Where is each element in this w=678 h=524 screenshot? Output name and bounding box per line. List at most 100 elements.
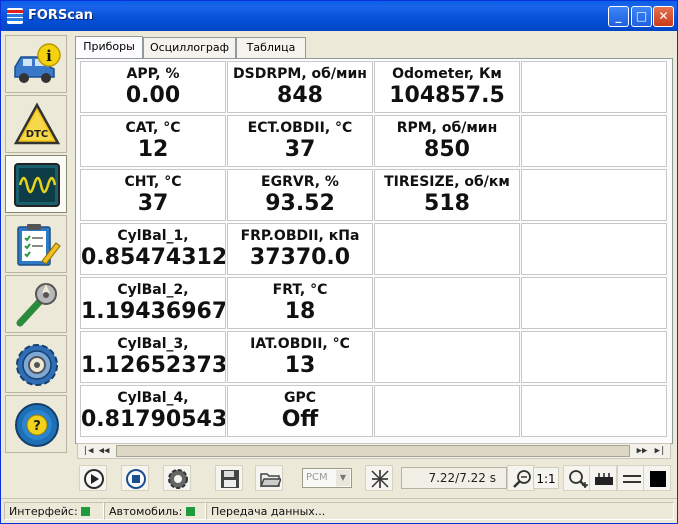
background-color-button[interactable] bbox=[643, 465, 671, 491]
bottom-toolbar: PCM ▼ 7.22/7.22 s 1:1 bbox=[75, 463, 671, 495]
module-select[interactable]: PCM ▼ bbox=[302, 468, 352, 488]
gauge-label: CylBal_1, bbox=[117, 228, 189, 244]
gauge-value: 18 bbox=[284, 299, 316, 324]
play-button[interactable] bbox=[79, 465, 107, 491]
sidebar-item-oscilloscope[interactable] bbox=[5, 155, 67, 213]
gauge-value: 12 bbox=[137, 137, 169, 162]
gauge-cell[interactable]: APP, % 0.00 bbox=[80, 61, 226, 113]
disable-graph-button[interactable] bbox=[365, 465, 393, 491]
scroll-last-button[interactable]: ▶| bbox=[652, 445, 668, 457]
gauge-cell[interactable]: FRT, °C 18 bbox=[227, 277, 373, 329]
gauge-value: 518 bbox=[424, 191, 470, 216]
gauge-cell[interactable]: Odometer, Км 104857.5 bbox=[374, 61, 520, 113]
gauge-cell[interactable]: GPC Off bbox=[227, 385, 373, 437]
maximize-button[interactable]: □ bbox=[631, 6, 652, 27]
chevron-down-icon[interactable]: ▼ bbox=[336, 470, 350, 486]
gauge-cell[interactable]: RPM, об/мин 850 bbox=[374, 115, 520, 167]
gauge-cell[interactable] bbox=[521, 115, 667, 167]
gauge-label: ECT.OBDII, °C bbox=[247, 120, 353, 136]
gauge-cell[interactable] bbox=[521, 61, 667, 113]
gauge-value: 104857.5 bbox=[389, 83, 505, 108]
gauge-cell[interactable] bbox=[521, 169, 667, 221]
gauge-value: 848 bbox=[277, 83, 323, 108]
gauge-cell[interactable] bbox=[521, 277, 667, 329]
gauge-cell[interactable] bbox=[521, 385, 667, 437]
gauge-cell[interactable]: CAT, °C 12 bbox=[80, 115, 226, 167]
gauge-cell[interactable]: IAT.OBDII, °C 13 bbox=[227, 331, 373, 383]
gauge-cell[interactable] bbox=[521, 331, 667, 383]
zoom-in-icon bbox=[569, 470, 588, 488]
service-tools-icon bbox=[16, 283, 57, 327]
gauge-label: FRP.OBDII, кПа bbox=[240, 228, 360, 244]
time-scrollbar[interactable]: |◀ ◀◀ ▶▶ ▶| bbox=[77, 443, 671, 459]
settings-button[interactable] bbox=[163, 465, 191, 491]
time-readout: 7.22/7.22 s bbox=[401, 467, 507, 489]
scroll-first-button[interactable]: |◀ bbox=[80, 445, 96, 457]
gauge-cell[interactable]: ECT.OBDII, °C 37 bbox=[227, 115, 373, 167]
gauge-cell[interactable]: CylBal_1, 0.85474312 bbox=[80, 223, 226, 275]
vehicle-status-led bbox=[185, 507, 195, 516]
settings-gear-icon bbox=[16, 344, 58, 386]
gauge-value: 37370.0 bbox=[249, 245, 351, 270]
scroll-prev-button[interactable]: ◀◀ bbox=[96, 445, 112, 457]
title-bar[interactable]: FORScan _ □ ✕ bbox=[1, 1, 677, 31]
gauge-cell[interactable]: CylBal_2, 1.19436967 bbox=[80, 277, 226, 329]
stop-button[interactable] bbox=[121, 465, 149, 491]
gauge-label: APP, % bbox=[126, 66, 180, 82]
sidebar-item-checklist[interactable] bbox=[5, 215, 67, 273]
gauge-label: CylBal_2, bbox=[117, 282, 189, 298]
gauge-label: Odometer, Км bbox=[392, 66, 502, 82]
gauge-value: 0.81790543 bbox=[81, 407, 226, 432]
gauge-cell[interactable]: EGRVR, % 93.52 bbox=[227, 169, 373, 221]
dtc-icon: DTC bbox=[13, 102, 61, 145]
crossed-out-icon bbox=[371, 470, 389, 488]
gauge-cell[interactable] bbox=[374, 385, 520, 437]
gauge-cell[interactable]: CHT, °C 37 bbox=[80, 169, 226, 221]
gauge-label: CAT, °C bbox=[125, 120, 181, 136]
sidebar-item-vehicle-info[interactable]: i bbox=[5, 35, 67, 93]
sidebar-item-help[interactable]: ? bbox=[5, 395, 67, 453]
gauge-label: DSDRPM, об/мин bbox=[233, 66, 367, 82]
save-button[interactable] bbox=[215, 465, 243, 491]
svg-text:i: i bbox=[46, 47, 52, 65]
open-button[interactable] bbox=[255, 465, 283, 491]
line-width-button[interactable] bbox=[617, 465, 645, 491]
gear-icon bbox=[168, 469, 188, 489]
gauge-label: IAT.OBDII, °C bbox=[250, 336, 350, 352]
scroll-next-button[interactable]: ▶▶ bbox=[634, 445, 650, 457]
zoom-in-button[interactable] bbox=[563, 465, 591, 491]
gauge-cell[interactable]: TIRESIZE, об/км 518 bbox=[374, 169, 520, 221]
svg-text:DTC: DTC bbox=[26, 129, 48, 140]
gauge-label: RPM, об/мин bbox=[396, 120, 498, 136]
sidebar-item-service[interactable] bbox=[5, 275, 67, 333]
close-button[interactable]: ✕ bbox=[653, 6, 674, 27]
gauge-cell[interactable]: CylBal_3, 1.12652373 bbox=[80, 331, 226, 383]
gauges-panel: APP, % 0.00 DSDRPM, об/мин 848 Odometer, Км 1… bbox=[75, 58, 673, 444]
gauge-cell[interactable]: DSDRPM, об/мин 848 bbox=[227, 61, 373, 113]
sidebar-item-dtc[interactable]: DTC bbox=[5, 95, 67, 153]
ruler-button[interactable] bbox=[589, 465, 617, 491]
folder-icon bbox=[259, 473, 281, 487]
gauge-cell[interactable]: FRP.OBDII, кПа 37370.0 bbox=[227, 223, 373, 275]
gauge-label: EGRVR, % bbox=[261, 174, 339, 190]
tab-gauges[interactable]: Приборы bbox=[75, 36, 143, 58]
interface-label: Интерфейс: bbox=[9, 505, 78, 518]
oscilloscope-icon bbox=[14, 163, 60, 207]
sidebar-item-settings[interactable] bbox=[5, 335, 67, 393]
gauge-label: FRT, °C bbox=[272, 282, 328, 298]
scroll-thumb[interactable] bbox=[116, 445, 630, 457]
gauge-value: 93.52 bbox=[265, 191, 335, 216]
tab-oscilloscope[interactable]: Осциллограф bbox=[143, 37, 236, 58]
line-width-icon bbox=[623, 475, 641, 483]
gauge-cell[interactable] bbox=[374, 223, 520, 275]
minimize-button[interactable]: _ bbox=[608, 6, 629, 27]
tab-table[interactable]: Таблица bbox=[236, 37, 306, 58]
zoom-ratio-button[interactable]: 1:1 bbox=[533, 467, 559, 489]
gauge-cell[interactable] bbox=[374, 277, 520, 329]
gauge-cell[interactable] bbox=[521, 223, 667, 275]
vehicle-status: Автомобиль: bbox=[104, 502, 206, 520]
gauge-cell[interactable]: CylBal_4, 0.81790543 bbox=[80, 385, 226, 437]
gauge-cell[interactable] bbox=[374, 331, 520, 383]
floppy-disk-icon bbox=[221, 470, 239, 488]
zoom-out-button[interactable] bbox=[507, 465, 535, 491]
